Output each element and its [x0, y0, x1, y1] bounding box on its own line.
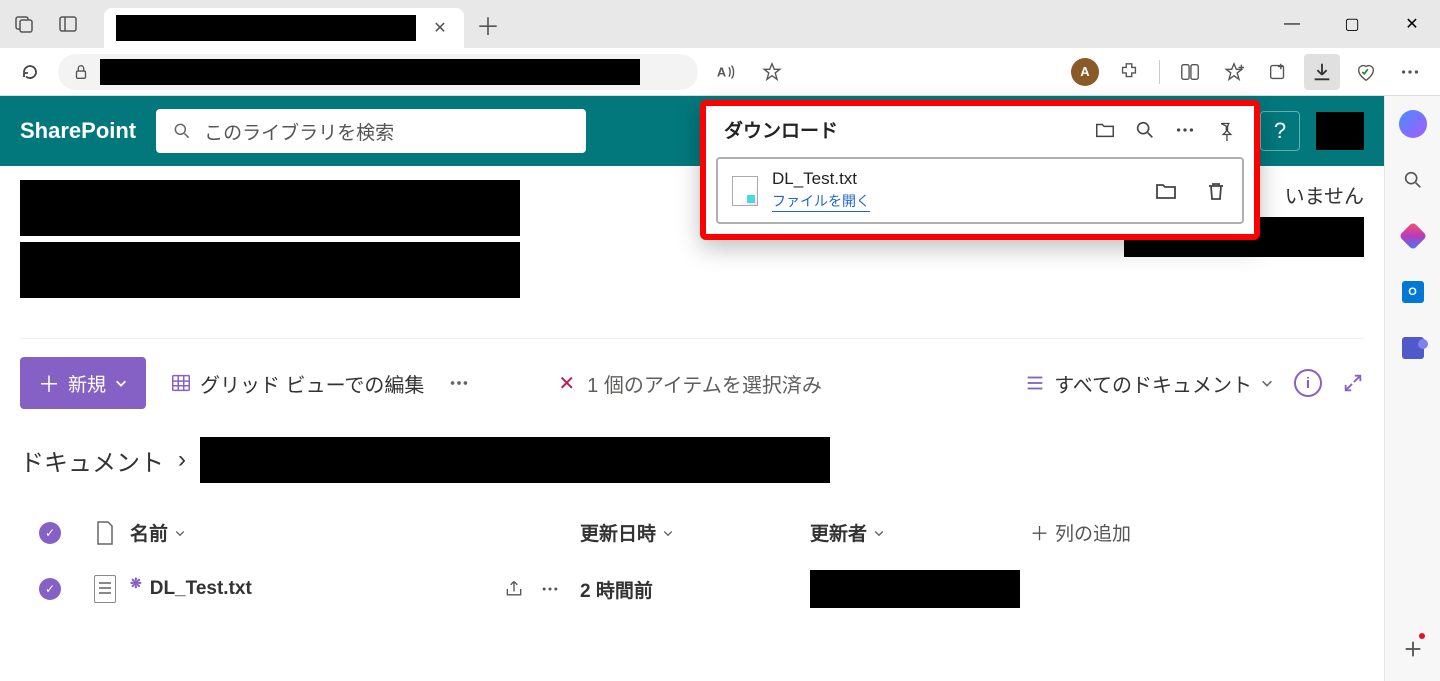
- help-button[interactable]: ?: [1260, 111, 1300, 151]
- refresh-button[interactable]: [12, 54, 48, 90]
- user-avatar-redacted[interactable]: [1316, 112, 1364, 150]
- outlook-icon[interactable]: O: [1393, 272, 1433, 312]
- editor-cell-redacted: [810, 570, 1020, 608]
- clear-selection-button[interactable]: ✕ 1 個のアイテムを選択済み: [558, 369, 821, 398]
- tab-title-redacted: [116, 15, 416, 41]
- grid-view-edit-button[interactable]: グリッド ビューでの編集: [170, 369, 424, 398]
- download-filename: DL_Test.txt: [772, 169, 870, 189]
- office-icon[interactable]: [1393, 216, 1433, 256]
- site-title-redacted: [20, 180, 520, 236]
- downloads-panel: ダウンロード DL_Test.txt ファイルを開く: [700, 100, 1260, 240]
- search-placeholder: このライブラリを検索: [204, 118, 394, 145]
- downloads-more-icon[interactable]: [1174, 119, 1196, 141]
- column-editor-header[interactable]: 更新者: [810, 519, 1030, 546]
- window-minimize-button[interactable]: —: [1272, 4, 1312, 44]
- view-selector[interactable]: すべてのドキュメント: [1024, 369, 1274, 398]
- pin-downloads-icon[interactable]: [1214, 119, 1236, 141]
- read-aloud-icon[interactable]: A: [708, 54, 744, 90]
- chevron-down-icon: [662, 527, 674, 539]
- edge-sidebar: O: [1384, 96, 1440, 681]
- tab-close-button[interactable]: ✕: [428, 18, 452, 38]
- column-type-icon[interactable]: [80, 520, 130, 546]
- table-row[interactable]: ✓ ❋ DL_Test.txt 2 時間前: [20, 570, 1364, 608]
- column-name-header[interactable]: 名前: [130, 519, 580, 546]
- list-icon: [1024, 372, 1046, 394]
- search-icon: [172, 121, 192, 141]
- command-overflow-icon[interactable]: [448, 372, 470, 394]
- lock-icon: [72, 63, 90, 81]
- file-name[interactable]: DL_Test.txt: [150, 578, 252, 600]
- extensions-icon[interactable]: [1111, 54, 1147, 90]
- details-pane-button[interactable]: i: [1294, 369, 1322, 397]
- sharepoint-logo[interactable]: SharePoint: [20, 118, 136, 144]
- modified-cell: 2 時間前: [580, 576, 810, 603]
- url-redacted: [100, 59, 640, 85]
- breadcrumb-root[interactable]: ドキュメント: [20, 443, 164, 478]
- open-file-link[interactable]: ファイルを開く: [772, 191, 870, 212]
- column-modified-header[interactable]: 更新日時: [580, 519, 810, 546]
- new-button-label: 新規: [68, 370, 106, 397]
- grid-icon: [170, 372, 192, 394]
- pinned-icon: ❋: [130, 575, 142, 592]
- window-close-button[interactable]: ✕: [1392, 4, 1432, 44]
- new-tab-button[interactable]: ＋: [476, 7, 500, 42]
- select-all-checkbox[interactable]: ✓: [39, 522, 61, 544]
- list-header-row: ✓ 名前 更新日時 更新者 ＋列の追加: [20, 519, 1364, 546]
- delete-download-icon[interactable]: [1204, 179, 1228, 203]
- profile-avatar[interactable]: A: [1067, 54, 1103, 90]
- download-file-icon: [732, 176, 758, 206]
- chevron-down-icon: [1260, 376, 1274, 390]
- sidebar-search-icon[interactable]: [1393, 160, 1433, 200]
- address-bar: A A: [0, 48, 1440, 96]
- copilot-icon[interactable]: [1393, 104, 1433, 144]
- collections-icon[interactable]: [1260, 54, 1296, 90]
- library-search-box[interactable]: このライブラリを検索: [156, 109, 586, 153]
- new-button[interactable]: ＋ 新規: [20, 357, 146, 409]
- file-type-icon: [80, 575, 130, 603]
- breadcrumb: ドキュメント ›: [20, 437, 1364, 483]
- more-menu-icon[interactable]: [1392, 54, 1428, 90]
- chevron-down-icon: [114, 376, 128, 390]
- download-item[interactable]: DL_Test.txt ファイルを開く: [716, 157, 1244, 224]
- window-maximize-button[interactable]: ▢: [1332, 4, 1372, 44]
- url-field[interactable]: [58, 54, 698, 90]
- browser-title-bar: ✕ ＋ — ▢ ✕: [0, 0, 1440, 48]
- sidebar-add-icon[interactable]: [1393, 629, 1433, 669]
- expand-button[interactable]: [1342, 372, 1364, 394]
- downloads-button[interactable]: [1304, 54, 1340, 90]
- browser-tab[interactable]: ✕: [104, 8, 464, 48]
- chevron-down-icon: [174, 527, 186, 539]
- open-downloads-folder-icon[interactable]: [1094, 119, 1116, 141]
- favorites-icon[interactable]: [1216, 54, 1252, 90]
- add-column-button[interactable]: ＋列の追加: [1030, 519, 1131, 546]
- show-in-folder-icon[interactable]: [1154, 179, 1178, 203]
- tab-actions-icon[interactable]: [8, 8, 40, 40]
- split-screen-icon[interactable]: [1172, 54, 1208, 90]
- clear-x-icon: ✕: [558, 371, 575, 396]
- vertical-tabs-icon[interactable]: [52, 8, 84, 40]
- site-subtitle-redacted: [20, 242, 520, 298]
- chevron-down-icon: [873, 527, 885, 539]
- row-more-icon[interactable]: [540, 579, 560, 599]
- downloads-search-icon[interactable]: [1134, 119, 1156, 141]
- share-icon[interactable]: [504, 579, 524, 599]
- row-checkbox[interactable]: ✓: [39, 578, 61, 600]
- performance-icon[interactable]: [1348, 54, 1384, 90]
- svg-text:A: A: [717, 64, 726, 79]
- downloads-title: ダウンロード: [724, 116, 838, 143]
- breadcrumb-separator: ›: [178, 446, 186, 474]
- breadcrumb-current-redacted: [200, 437, 830, 483]
- teams-icon[interactable]: [1393, 328, 1433, 368]
- favorite-star-icon[interactable]: [754, 54, 790, 90]
- command-bar: ＋ 新規 グリッド ビューでの編集 ✕ 1 個のアイテムを選択済み すべてのドキ…: [20, 338, 1364, 409]
